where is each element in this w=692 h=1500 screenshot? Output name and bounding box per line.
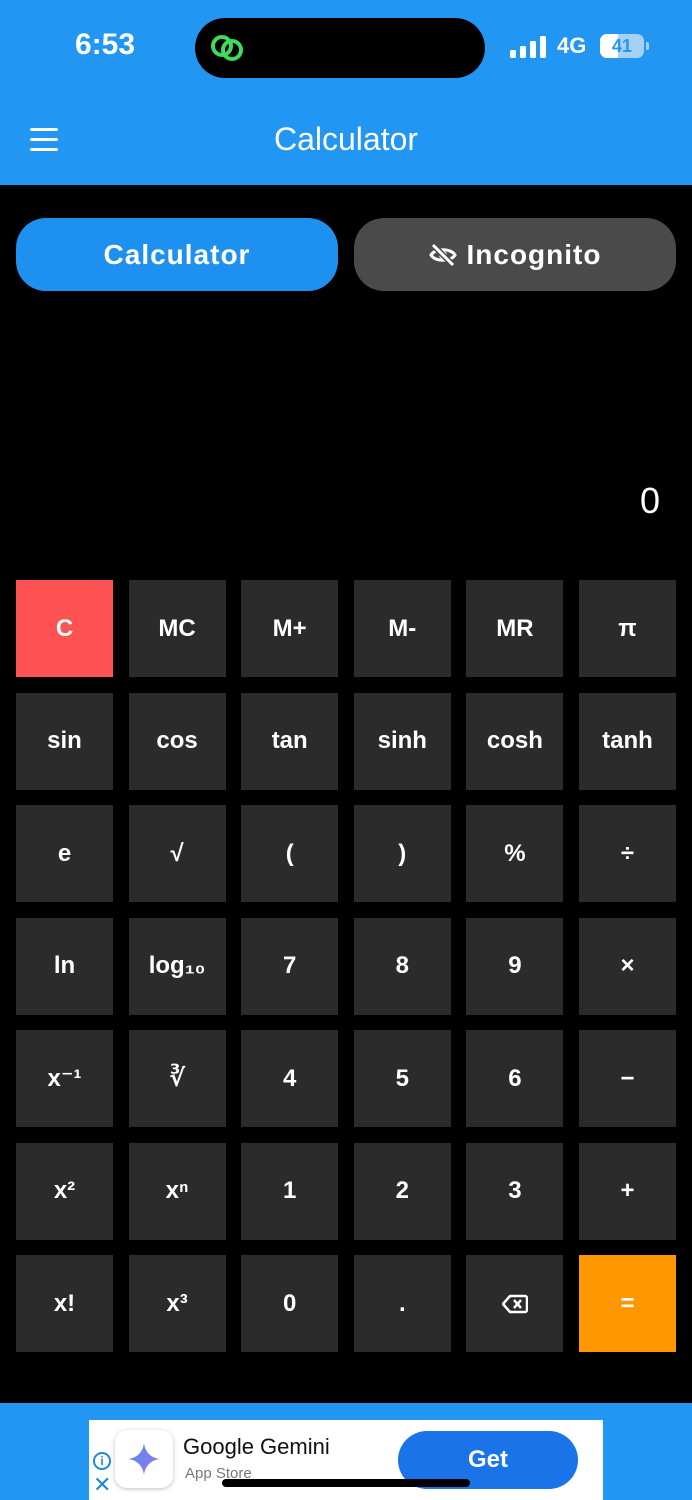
key-tanh[interactable]: tanh xyxy=(578,692,676,790)
battery-icon: 41 xyxy=(600,34,644,58)
tab-calculator[interactable]: Calculator xyxy=(16,218,338,291)
key-decimal[interactable]: . xyxy=(353,1255,451,1352)
key-backspace[interactable] xyxy=(466,1255,564,1352)
ad-title: Google Gemini xyxy=(183,1434,330,1459)
link-icon xyxy=(211,35,243,61)
status-bar: 6:53 4G 41 xyxy=(0,0,692,95)
key-8[interactable]: 8 xyxy=(353,917,451,1015)
home-indicator xyxy=(222,1479,470,1487)
key-cube[interactable]: x³ xyxy=(128,1255,226,1352)
key-memory-clear[interactable]: MC xyxy=(128,580,226,677)
keypad: C MC M+ M- MR π sin cos tan sinh cosh ta… xyxy=(16,580,676,1352)
key-clear[interactable]: C xyxy=(16,580,113,677)
app-title: Calculator xyxy=(273,121,419,157)
key-subtract[interactable]: − xyxy=(578,1030,676,1127)
close-icon[interactable]: ✕ xyxy=(93,1474,111,1496)
eye-off-icon xyxy=(428,242,457,267)
key-add[interactable]: + xyxy=(578,1142,676,1240)
key-cosh[interactable]: cosh xyxy=(466,692,564,790)
key-sin[interactable]: sin xyxy=(16,692,113,790)
key-percent[interactable]: % xyxy=(466,805,564,902)
key-e[interactable]: e xyxy=(16,805,113,902)
signal-icon xyxy=(510,36,546,58)
result-display: 0 xyxy=(639,480,660,521)
key-7[interactable]: 7 xyxy=(241,917,339,1015)
key-power[interactable]: xⁿ xyxy=(128,1142,226,1240)
key-memory-recall[interactable]: MR xyxy=(466,580,564,677)
battery-level: 41 xyxy=(611,35,633,56)
tab-calculator-label: Calculator xyxy=(103,238,251,270)
tab-incognito-label: Incognito xyxy=(466,238,602,270)
key-factorial[interactable]: x! xyxy=(16,1255,113,1352)
key-cube-root[interactable]: ∛ xyxy=(128,1030,226,1127)
key-2[interactable]: 2 xyxy=(353,1142,451,1240)
key-close-paren[interactable]: ) xyxy=(353,805,451,902)
key-tan[interactable]: tan xyxy=(241,692,339,790)
key-equals[interactable]: = xyxy=(578,1255,676,1352)
backspace-icon xyxy=(501,1294,528,1313)
key-reciprocal[interactable]: x⁻¹ xyxy=(16,1030,113,1127)
key-3[interactable]: 3 xyxy=(466,1142,564,1240)
key-sqrt[interactable]: √ xyxy=(128,805,226,902)
key-sinh[interactable]: sinh xyxy=(353,692,451,790)
key-1[interactable]: 1 xyxy=(241,1142,339,1240)
network-type: 4G xyxy=(557,33,587,58)
gemini-logo-icon xyxy=(115,1430,173,1488)
key-log10[interactable]: log₁₀ xyxy=(128,917,226,1015)
battery-cap xyxy=(646,42,649,50)
key-multiply[interactable]: × xyxy=(578,917,676,1015)
key-divide[interactable]: ÷ xyxy=(578,805,676,902)
status-time: 6:53 xyxy=(75,28,136,61)
key-9[interactable]: 9 xyxy=(466,917,564,1015)
dynamic-island xyxy=(195,18,485,78)
key-6[interactable]: 6 xyxy=(466,1030,564,1127)
ad-banner[interactable]: i ✕ Google Gemini App Store Get xyxy=(89,1420,603,1500)
key-ln[interactable]: ln xyxy=(16,917,113,1015)
key-open-paren[interactable]: ( xyxy=(241,805,339,902)
key-4[interactable]: 4 xyxy=(241,1030,339,1127)
tab-incognito[interactable]: Incognito xyxy=(354,218,676,291)
key-0[interactable]: 0 xyxy=(241,1255,339,1352)
key-memory-add[interactable]: M+ xyxy=(241,580,339,677)
app-bar: Calculator xyxy=(0,95,692,185)
key-5[interactable]: 5 xyxy=(353,1030,451,1127)
key-cos[interactable]: cos xyxy=(128,692,226,790)
info-icon[interactable]: i xyxy=(93,1452,111,1470)
key-pi[interactable]: π xyxy=(578,580,676,677)
key-memory-subtract[interactable]: M- xyxy=(353,580,451,677)
key-square[interactable]: x² xyxy=(16,1142,113,1240)
